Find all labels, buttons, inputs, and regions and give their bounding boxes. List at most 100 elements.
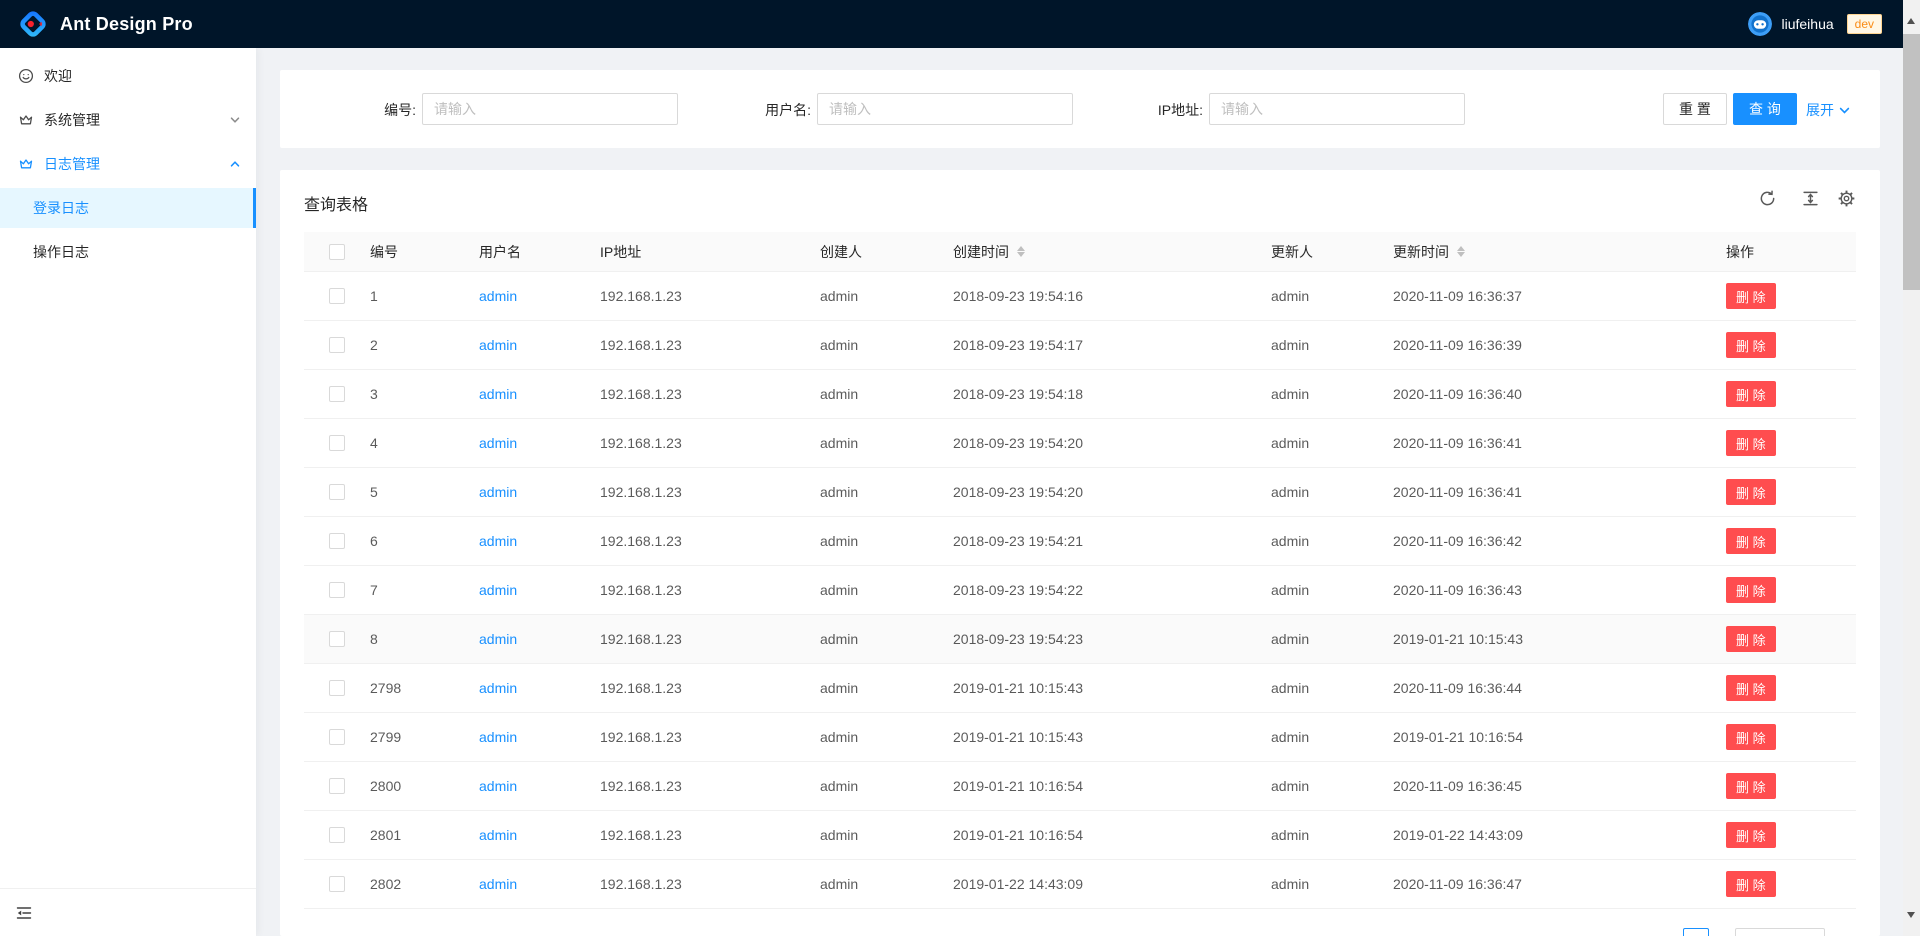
cell-ip: 192.168.1.23 (600, 729, 682, 745)
sidebar-item-welcome[interactable]: 欢迎 (0, 56, 256, 96)
delete-button[interactable]: 删 除 (1726, 773, 1776, 799)
id-field[interactable] (422, 93, 678, 125)
delete-button[interactable]: 删 除 (1726, 283, 1776, 309)
row-checkbox[interactable] (329, 631, 345, 647)
scrollbar-up-arrow-icon[interactable] (1907, 18, 1915, 24)
vertical-scrollbar[interactable] (1903, 0, 1920, 936)
row-checkbox[interactable] (329, 484, 345, 500)
row-checkbox[interactable] (329, 337, 345, 353)
column-header-created-time[interactable]: 创建时间 (953, 242, 1025, 262)
column-header-updater[interactable]: 更新人 (1271, 242, 1313, 262)
cell-updated-time: 2020-11-09 16:36:44 (1393, 680, 1522, 696)
logo-area[interactable]: Ant Design Pro (0, 9, 193, 39)
reset-button[interactable]: 重 置 (1663, 93, 1727, 125)
sidebar-item-system-management[interactable]: 系统管理 (0, 100, 256, 140)
sidebar-item-label: 登录日志 (33, 198, 89, 218)
cell-updated-time: 2019-01-21 10:15:43 (1393, 631, 1523, 647)
cell-username-link[interactable]: admin (479, 582, 517, 598)
cell-ip: 192.168.1.23 (600, 288, 682, 304)
sort-icon[interactable] (1457, 246, 1465, 257)
row-checkbox[interactable] (329, 680, 345, 696)
delete-button[interactable]: 删 除 (1726, 675, 1776, 701)
row-checkbox[interactable] (329, 288, 345, 304)
sidebar-item-login-log[interactable]: 登录日志 (0, 188, 256, 228)
cell-username-link[interactable]: admin (479, 729, 517, 745)
row-checkbox[interactable] (329, 533, 345, 549)
expand-link[interactable]: 展开 (1806, 100, 1850, 120)
column-header-id[interactable]: 编号 (370, 242, 398, 262)
cell-creator: admin (820, 778, 858, 794)
cell-username-link[interactable]: admin (479, 337, 517, 353)
cell-creator: admin (820, 582, 858, 598)
table-row: 3 admin 192.168.1.23 admin 2018-09-23 19… (304, 370, 1856, 419)
table-body: 1 admin 192.168.1.23 admin 2018-09-23 19… (304, 272, 1856, 909)
table-row: 2800 admin 192.168.1.23 admin 2019-01-21… (304, 762, 1856, 811)
column-header-creator[interactable]: 创建人 (820, 242, 862, 262)
cell-created-time: 2018-09-23 19:54:20 (953, 435, 1083, 451)
cell-username-link[interactable]: admin (479, 533, 517, 549)
row-checkbox[interactable] (329, 386, 345, 402)
cell-creator: admin (820, 533, 858, 549)
column-height-icon[interactable] (1802, 190, 1819, 207)
query-button[interactable]: 查 询 (1733, 93, 1797, 125)
delete-button[interactable]: 删 除 (1726, 430, 1776, 456)
account-area[interactable]: liufeihua dev (1748, 0, 1882, 48)
delete-button[interactable]: 删 除 (1726, 332, 1776, 358)
row-checkbox[interactable] (329, 582, 345, 598)
row-checkbox[interactable] (329, 729, 345, 745)
cell-updated-time: 2020-11-09 16:36:43 (1393, 582, 1522, 598)
cell-username-link[interactable]: admin (479, 778, 517, 794)
column-header-updated-time[interactable]: 更新时间 (1393, 242, 1465, 262)
cell-ip: 192.168.1.23 (600, 631, 682, 647)
cell-ip: 192.168.1.23 (600, 778, 682, 794)
menu-fold-icon[interactable] (16, 905, 32, 921)
delete-button[interactable]: 删 除 (1726, 528, 1776, 554)
user-avatar[interactable] (1748, 12, 1772, 36)
delete-button[interactable]: 删 除 (1726, 626, 1776, 652)
column-header-username[interactable]: 用户名 (479, 242, 521, 262)
delete-button[interactable]: 删 除 (1726, 381, 1776, 407)
delete-button[interactable]: 删 除 (1726, 724, 1776, 750)
select-all-checkbox[interactable] (329, 244, 345, 260)
cell-username-link[interactable]: admin (479, 827, 517, 843)
cell-username-link[interactable]: admin (479, 631, 517, 647)
username-field[interactable] (817, 93, 1073, 125)
settings-gear-icon[interactable] (1838, 190, 1855, 207)
cell-updater: admin (1271, 386, 1309, 402)
delete-button[interactable]: 删 除 (1726, 871, 1776, 897)
query-table-card: 查询表格 编号 用户名 IP地址 (280, 170, 1880, 936)
delete-button[interactable]: 删 除 (1726, 822, 1776, 848)
scrollbar-down-arrow-icon[interactable] (1907, 912, 1915, 918)
ip-field[interactable] (1209, 93, 1465, 125)
sidebar-item-operation-log[interactable]: 操作日志 (0, 232, 256, 272)
row-checkbox[interactable] (329, 778, 345, 794)
row-checkbox[interactable] (329, 435, 345, 451)
cell-id: 2 (370, 337, 378, 353)
delete-button[interactable]: 删 除 (1726, 479, 1776, 505)
scrollbar-thumb[interactable] (1903, 34, 1920, 290)
cell-id: 6 (370, 533, 378, 549)
row-checkbox[interactable] (329, 876, 345, 892)
sort-icon[interactable] (1017, 246, 1025, 257)
cell-ip: 192.168.1.23 (600, 680, 682, 696)
cell-username-link[interactable]: admin (479, 386, 517, 402)
page-size-select[interactable] (1735, 928, 1825, 936)
column-header-ip[interactable]: IP地址 (600, 242, 641, 262)
field-label-username: 用户名: (765, 100, 811, 120)
cell-id: 4 (370, 435, 378, 451)
cell-username-link[interactable]: admin (479, 435, 517, 451)
pagination-page-1[interactable]: 1 (1683, 928, 1709, 936)
reload-icon[interactable] (1759, 190, 1776, 207)
cell-creator: admin (820, 876, 858, 892)
sidebar-footer (0, 888, 256, 936)
row-checkbox[interactable] (329, 827, 345, 843)
sidebar-item-log-management[interactable]: 日志管理 (0, 144, 256, 184)
cell-username-link[interactable]: admin (479, 484, 517, 500)
cell-username-link[interactable]: admin (479, 680, 517, 696)
delete-button[interactable]: 删 除 (1726, 577, 1776, 603)
column-header-label: 创建时间 (953, 242, 1009, 262)
sidebar-item-label: 日志管理 (44, 154, 100, 174)
field-label-ip: IP地址: (1158, 100, 1203, 120)
cell-username-link[interactable]: admin (479, 288, 517, 304)
cell-username-link[interactable]: admin (479, 876, 517, 892)
